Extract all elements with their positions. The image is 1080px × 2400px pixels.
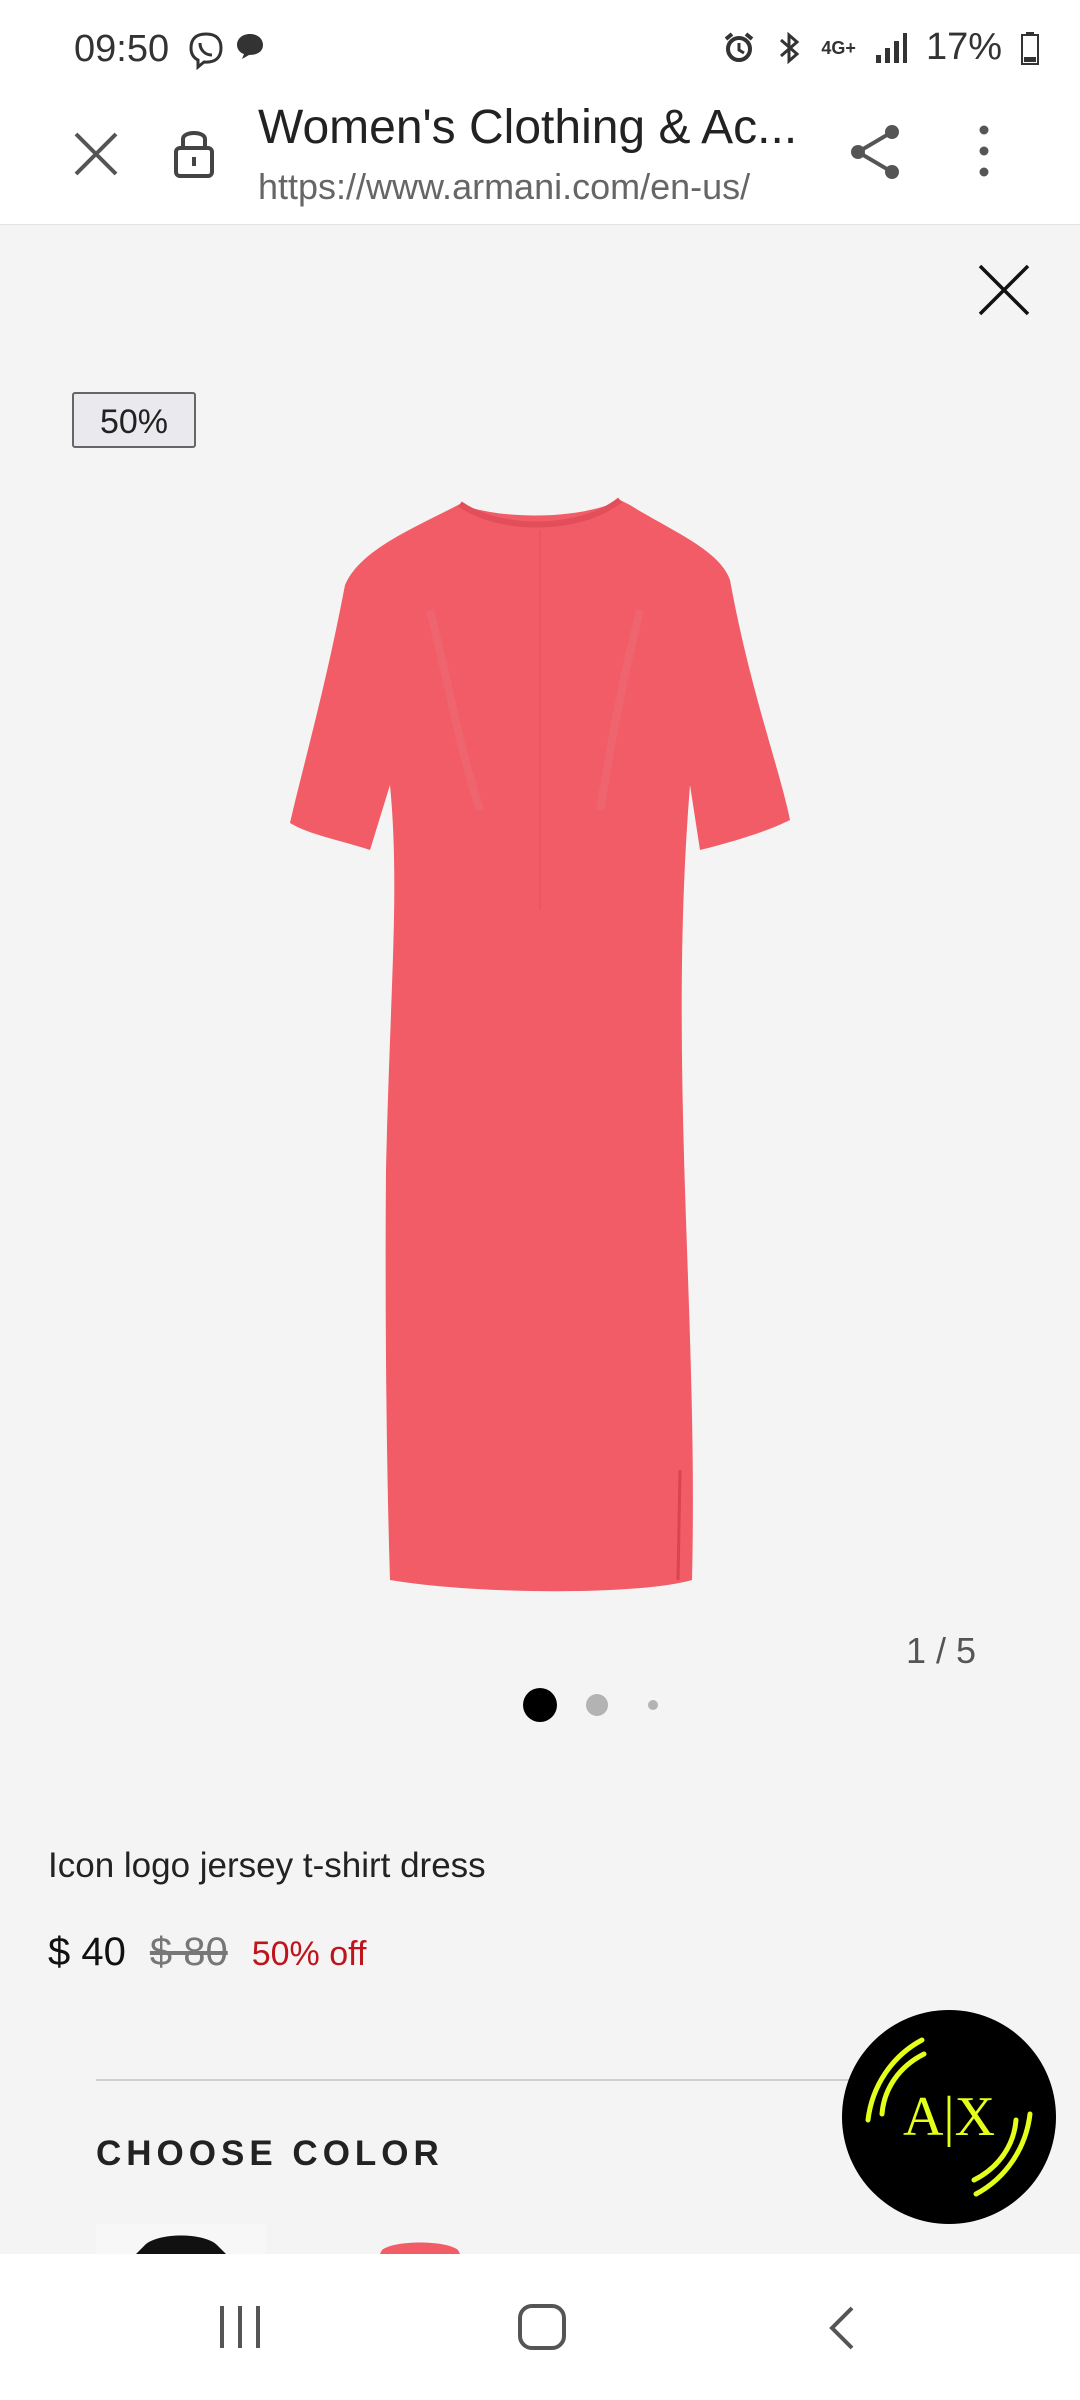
battery-percent: 17% bbox=[925, 26, 1002, 68]
ax-brand-badge[interactable]: A|X bbox=[842, 2010, 1056, 2224]
close-tab-icon[interactable] bbox=[72, 130, 120, 178]
price-current: $ 40 bbox=[48, 1930, 126, 1974]
page-title[interactable]: Women's Clothing & Ac... bbox=[258, 100, 818, 155]
battery-icon bbox=[1021, 31, 1039, 65]
price-discount: 50% off bbox=[251, 1935, 367, 1973]
status-time: 09:50 bbox=[74, 28, 170, 70]
color-swatch-black[interactable] bbox=[96, 2224, 266, 2254]
system-navigation-bar bbox=[0, 2254, 1080, 2400]
signal-icon bbox=[875, 32, 907, 63]
choose-color-heading: CHOOSE COLOR bbox=[96, 2134, 444, 2173]
coral-dress-thumbnail bbox=[380, 2242, 460, 2254]
status-bar: 09:50 4G+ 17% bbox=[0, 0, 1080, 100]
alarm-icon bbox=[725, 31, 754, 62]
recent-apps-icon[interactable] bbox=[216, 2304, 264, 2350]
ax-logo-icon: A|X bbox=[865, 2037, 1033, 2197]
more-options-icon[interactable] bbox=[972, 124, 996, 180]
black-dress-thumbnail bbox=[136, 2235, 226, 2254]
status-right: 4G+ 17% bbox=[721, 26, 1040, 69]
home-icon[interactable] bbox=[516, 2302, 568, 2352]
message-icon bbox=[237, 34, 263, 59]
pagination-dot-active[interactable] bbox=[523, 1688, 557, 1722]
price-row: $ 40 $ 80 50% off bbox=[48, 1930, 366, 1975]
bluetooth-icon bbox=[780, 31, 800, 64]
divider bbox=[96, 2079, 856, 2081]
page-url[interactable]: https://www.armani.com/en-us/ bbox=[258, 166, 806, 208]
lock-icon[interactable] bbox=[172, 124, 216, 180]
color-swatch-coral[interactable] bbox=[360, 2224, 480, 2254]
viber-icon bbox=[189, 32, 223, 70]
share-icon[interactable] bbox=[846, 122, 906, 182]
discount-badge: 50% bbox=[72, 392, 196, 448]
image-counter: 1 / 5 bbox=[906, 1630, 977, 1671]
price-original: $ 80 bbox=[149, 1930, 228, 1974]
pagination-dot[interactable] bbox=[586, 1694, 608, 1716]
close-gallery-icon[interactable] bbox=[976, 262, 1032, 318]
back-icon[interactable] bbox=[826, 2304, 858, 2352]
browser-toolbar: Women's Clothing & Ac... https://www.arm… bbox=[0, 100, 1080, 225]
product-image[interactable] bbox=[280, 490, 800, 1620]
product-name: Icon logo jersey t-shirt dress bbox=[48, 1846, 486, 1885]
network-type: 4G+ bbox=[821, 37, 856, 58]
pagination-dot[interactable] bbox=[648, 1700, 658, 1710]
ax-logo-text: A|X bbox=[903, 2086, 995, 2148]
